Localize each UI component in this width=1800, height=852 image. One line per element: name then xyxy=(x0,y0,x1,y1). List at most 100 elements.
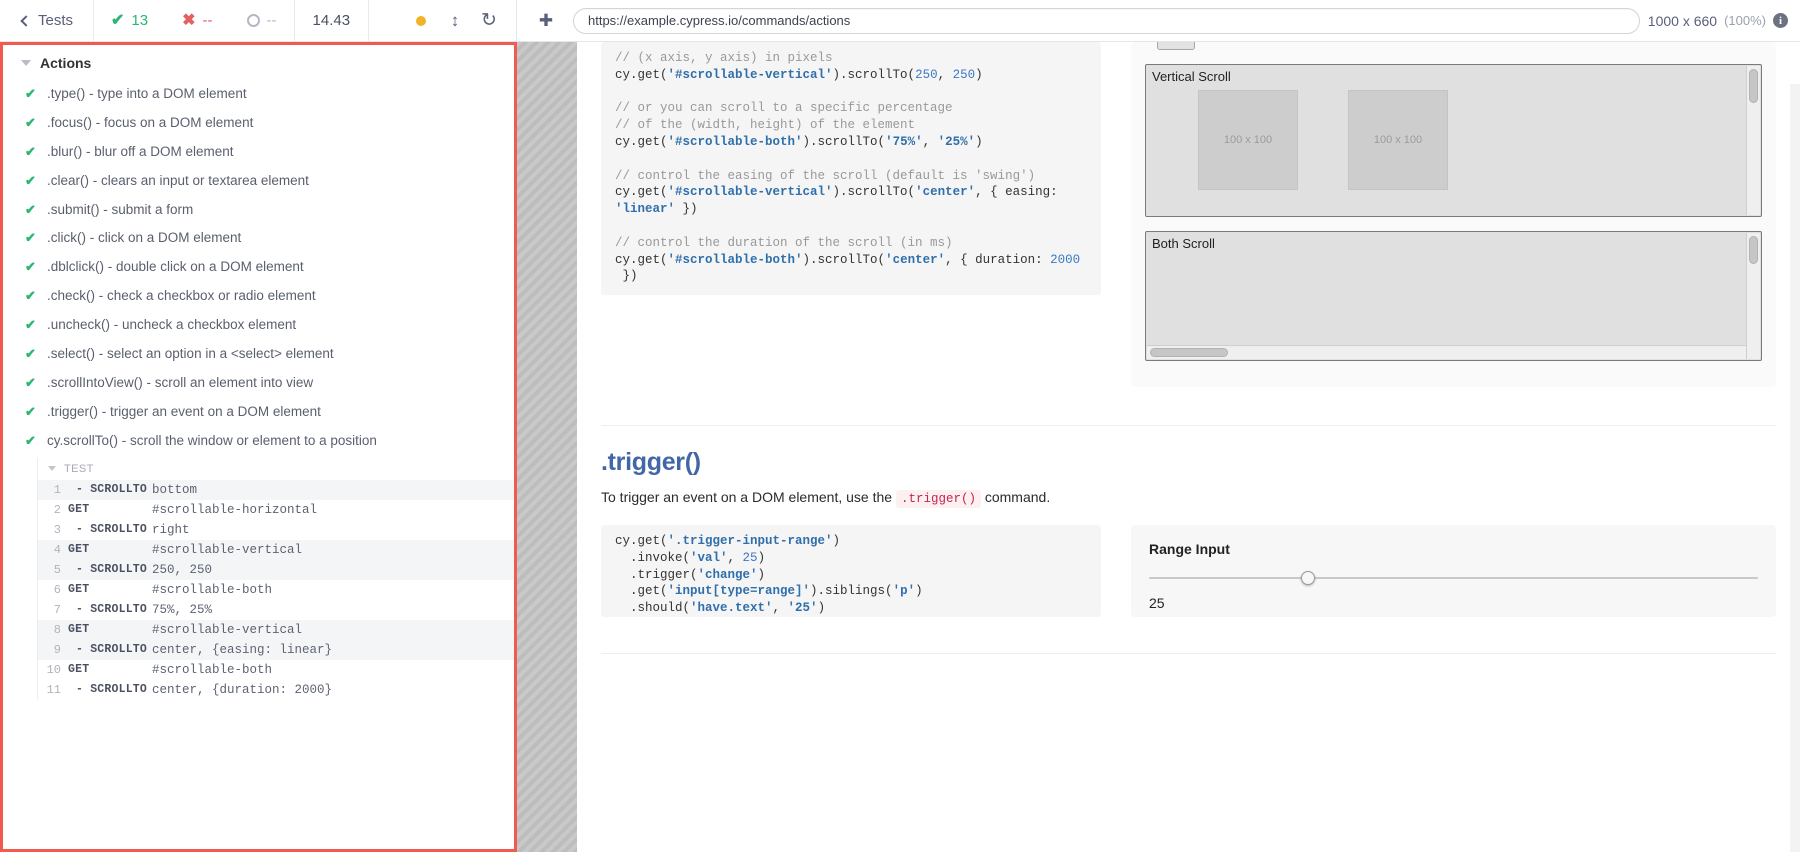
test-item[interactable]: ✔ .select() - select an option in a <sel… xyxy=(3,340,514,369)
horizontal-scroll-partial xyxy=(1145,42,1762,60)
command-message: 75%, 25% xyxy=(152,602,213,617)
record-status-button[interactable] xyxy=(404,0,438,42)
stat-pending-count: -- xyxy=(266,12,277,29)
command-message: right xyxy=(152,522,190,537)
x-icon: ✖ xyxy=(182,11,196,29)
command-row[interactable]: 8 GET #scrollable-vertical xyxy=(38,619,514,640)
horizontal-scroll-thumb[interactable] xyxy=(1157,42,1195,50)
url-input[interactable]: https://example.cypress.io/commands/acti… xyxy=(573,7,1640,34)
test-item[interactable]: ✔ .scrollIntoView() - scroll an element … xyxy=(3,369,514,398)
dot-icon xyxy=(416,15,426,26)
test-item-active[interactable]: ✔ cy.scrollTo() - scroll the window or e… xyxy=(3,427,514,456)
command-row[interactable]: 6 GET #scrollable-both xyxy=(38,580,514,600)
aut-toolbar: ✚ https://example.cypress.io/commands/ac… xyxy=(517,0,1800,41)
command-log-header[interactable]: TEST xyxy=(38,458,514,480)
restart-tests-button[interactable]: ↻ xyxy=(472,0,506,42)
code-string: 'have.text' xyxy=(690,601,773,616)
command-row[interactable]: 7 - SCROLLTO 75%, 25% xyxy=(38,600,514,620)
inner-box-label: 100 x 100 xyxy=(1373,134,1423,146)
command-row[interactable]: 1 - SCROLLTO bottom xyxy=(38,479,514,500)
command-message: #scrollable-horizontal xyxy=(152,502,318,517)
code-string: '#scrollable-vertical' xyxy=(667,67,833,82)
check-icon: ✔ xyxy=(25,317,36,333)
test-label: .trigger() - trigger an event on a DOM e… xyxy=(47,403,321,419)
test-item[interactable]: ✔ .clear() - clears an input or textarea… xyxy=(3,167,514,196)
command-row[interactable]: 10 GET #scrollable-both xyxy=(38,660,514,680)
toggle-size-button[interactable]: ↕ xyxy=(438,0,472,42)
test-item[interactable]: ✔ .check() - check a checkbox or radio e… xyxy=(3,282,514,311)
code-text: ).scrollTo( xyxy=(802,252,886,267)
code-text: ) xyxy=(915,584,923,599)
command-log: TEST 1 - SCROLLTO bottom 2 GET #scrollab… xyxy=(37,457,514,700)
code-text: , { easing: xyxy=(975,185,1066,200)
range-slider-thumb[interactable] xyxy=(1301,571,1316,585)
vertical-scroll-demo[interactable]: Vertical Scroll 100 x 100 100 x 100 xyxy=(1145,64,1762,217)
command-row[interactable]: 2 GET #scrollable-horizontal xyxy=(38,500,514,520)
horizontal-scrollbar[interactable] xyxy=(1147,345,1746,359)
trigger-heading: .trigger() xyxy=(601,448,701,476)
command-name: - SCROLLTO xyxy=(76,483,148,497)
code-text: }) xyxy=(615,269,638,284)
test-item[interactable]: ✔ .blur() - blur off a DOM element xyxy=(3,138,514,167)
code-string: '25%' xyxy=(937,134,976,149)
range-input-panel: Range Input 25 xyxy=(1131,525,1776,617)
vertical-scrollbar[interactable] xyxy=(1746,233,1760,359)
command-name: GET xyxy=(68,543,90,557)
command-row[interactable]: 4 GET #scrollable-vertical xyxy=(38,539,514,560)
scrollbar-thumb[interactable] xyxy=(1749,236,1758,264)
stat-duration: 14.43 xyxy=(295,0,370,41)
code-text: ).scrollTo( xyxy=(832,67,916,82)
range-slider[interactable] xyxy=(1149,571,1758,585)
test-item[interactable]: ✔ .click() - click on a DOM element xyxy=(3,224,514,253)
back-to-tests-label: Tests xyxy=(38,12,74,29)
check-icon: ✔ xyxy=(25,201,36,217)
test-label: .submit() - submit a form xyxy=(47,201,194,217)
command-number: 7 xyxy=(53,602,61,617)
updown-arrow-icon: ↕ xyxy=(450,11,460,30)
code-text: .invoke( xyxy=(615,550,691,565)
code-number: 250 xyxy=(952,67,976,82)
command-row[interactable]: 5 - SCROLLTO 250, 250 xyxy=(38,559,514,580)
command-name: - SCROLLTO xyxy=(76,523,148,537)
window-scrollbar[interactable] xyxy=(1790,84,1800,852)
code-number: 250 xyxy=(915,67,938,82)
test-label: .scrollIntoView() - scroll an element in… xyxy=(47,374,314,390)
info-icon[interactable]: i xyxy=(1773,13,1788,28)
command-row[interactable]: 9 - SCROLLTO center, {easing: linear} xyxy=(38,639,514,660)
check-icon: ✔ xyxy=(111,11,125,29)
url-text: https://example.cypress.io/commands/acti… xyxy=(588,13,851,28)
code-number: 2000 xyxy=(1050,252,1081,267)
command-rows: 1 - SCROLLTO bottom 2 GET #scrollable-ho… xyxy=(38,479,514,700)
test-item[interactable]: ✔ .uncheck() - uncheck a checkbox elemen… xyxy=(3,311,514,340)
both-scroll-title: Both Scroll xyxy=(1152,236,1215,251)
back-to-tests-button[interactable]: Tests xyxy=(0,0,95,41)
code-string: '75%' xyxy=(885,134,923,149)
code-text: ) xyxy=(817,601,826,616)
code-string: 'val' xyxy=(690,550,728,565)
scrollbar-thumb[interactable] xyxy=(1150,348,1228,357)
test-item[interactable]: ✔ .type() - type into a DOM element xyxy=(3,80,514,109)
test-item[interactable]: ✔ .focus() - focus on a DOM element xyxy=(3,109,514,138)
check-icon: ✔ xyxy=(25,288,36,304)
check-icon: ✔ xyxy=(25,172,36,188)
code-string: '#scrollable-vertical' xyxy=(667,185,833,200)
code-string: 'center' xyxy=(885,252,946,267)
code-text: ) xyxy=(975,67,983,82)
scrollto-code-column: // (x axis, y axis) in pixels cy.get('#s… xyxy=(601,42,1101,387)
selector-playground-button[interactable]: ✚ xyxy=(527,0,565,42)
reporter-controls: ↕ ↻ xyxy=(404,0,516,41)
command-row[interactable]: 11 - SCROLLTO center, {duration: 2000} xyxy=(38,680,514,700)
test-item[interactable]: ✔ .trigger() - trigger an event on a DOM… xyxy=(3,398,514,427)
test-item[interactable]: ✔ .submit() - submit a form xyxy=(3,196,514,225)
both-scroll-demo[interactable]: Both Scroll xyxy=(1145,231,1762,361)
aut-backdrop xyxy=(517,42,577,852)
chevron-down-icon xyxy=(21,60,31,66)
vertical-scrollbar[interactable] xyxy=(1746,66,1760,215)
range-input-title: Range Input xyxy=(1149,541,1230,557)
code-string: 'change' xyxy=(697,567,758,582)
test-item[interactable]: ✔ .dblclick() - double click on a DOM el… xyxy=(3,253,514,282)
command-row[interactable]: 3 - SCROLLTO right xyxy=(38,520,514,540)
suite-header[interactable]: Actions xyxy=(3,45,514,80)
reporter-scroll-area[interactable]: Actions ✔ .type() - type into a DOM elem… xyxy=(3,45,514,849)
scrollbar-thumb[interactable] xyxy=(1749,69,1758,103)
